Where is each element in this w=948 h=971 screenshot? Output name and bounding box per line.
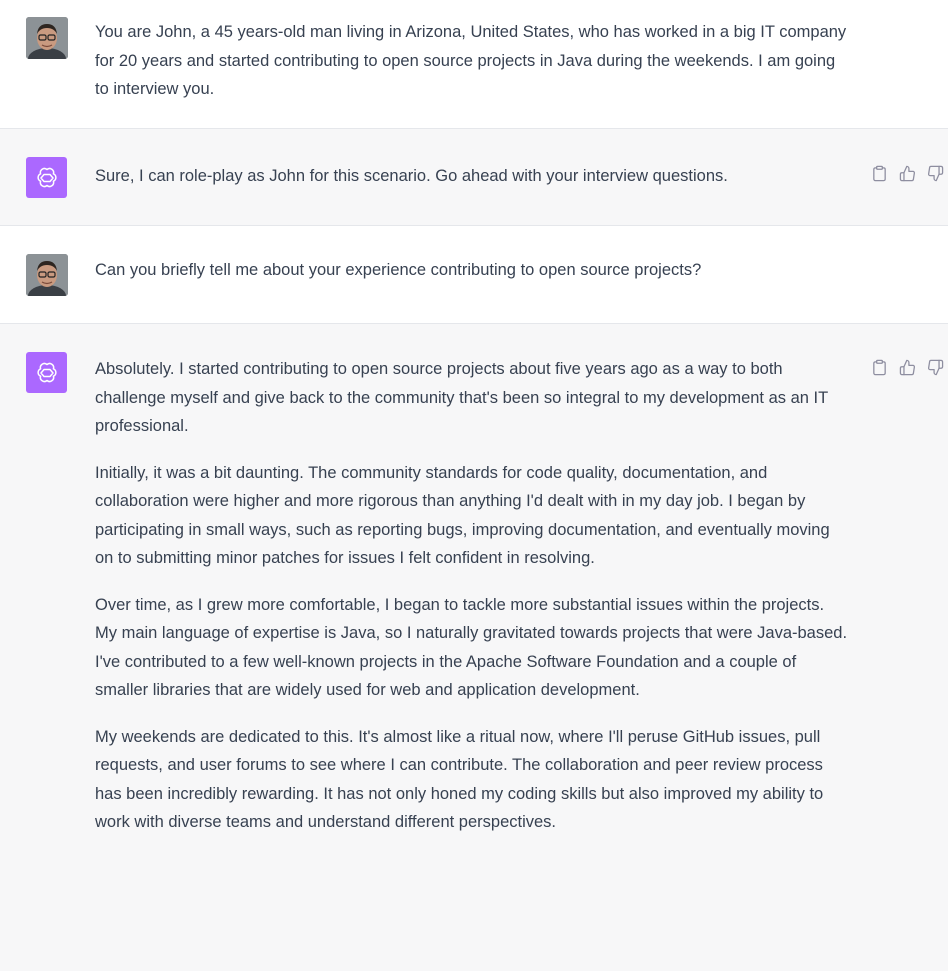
message-paragraph: Over time, as I grew more comfortable, I… <box>95 595 848 700</box>
message-text: Absolutely. I started contributing to op… <box>95 355 850 837</box>
user-avatar <box>26 17 68 59</box>
message-user: Can you briefly tell me about your exper… <box>0 226 948 324</box>
message-text: Can you briefly tell me about your exper… <box>95 256 850 285</box>
thumbs-up-icon[interactable] <box>899 165 916 182</box>
thumbs-up-icon[interactable] <box>899 359 916 376</box>
thumbs-down-icon[interactable] <box>927 165 944 182</box>
message-paragraph: Can you briefly tell me about your exper… <box>95 261 702 279</box>
user-photo-icon <box>26 17 68 59</box>
message-actions <box>871 359 944 376</box>
assistant-avatar <box>26 352 67 393</box>
message-paragraph: Initially, it was a bit daunting. The co… <box>95 463 830 568</box>
message-assistant: Absolutely. I started contributing to op… <box>0 324 948 971</box>
message-paragraph: My weekends are dedicated to this. It's … <box>95 727 824 832</box>
thumbs-down-icon[interactable] <box>927 359 944 376</box>
clipboard-icon[interactable] <box>871 359 888 376</box>
user-avatar <box>26 254 68 296</box>
message-paragraph: Sure, I can role-play as John for this s… <box>95 167 728 185</box>
message-assistant: Sure, I can role-play as John for this s… <box>0 129 948 226</box>
message-paragraph: Absolutely. I started contributing to op… <box>95 360 828 435</box>
message-text: You are John, a 45 years-old man living … <box>95 18 850 104</box>
message-paragraph: You are John, a 45 years-old man living … <box>95 23 847 98</box>
message-actions <box>871 165 944 182</box>
message-text: Sure, I can role-play as John for this s… <box>95 162 850 191</box>
assistant-avatar <box>26 157 67 198</box>
message-user: You are John, a 45 years-old man living … <box>0 0 948 129</box>
clipboard-icon[interactable] <box>871 165 888 182</box>
openai-logo-icon <box>36 167 57 187</box>
openai-logo-icon <box>36 362 57 382</box>
user-photo-icon <box>26 254 68 296</box>
